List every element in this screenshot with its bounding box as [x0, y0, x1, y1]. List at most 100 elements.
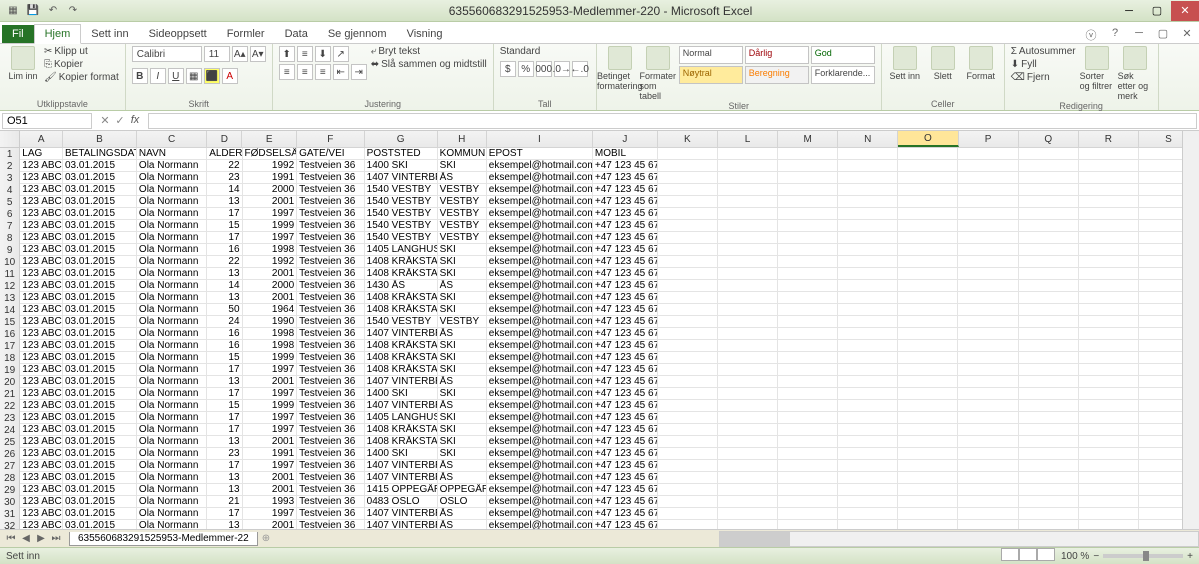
row-header[interactable]: 1	[0, 148, 20, 160]
cell[interactable]: 2001	[243, 376, 298, 388]
cell[interactable]	[958, 316, 1018, 328]
cell[interactable]: 15	[207, 400, 242, 412]
decimal-dec-button[interactable]: ←.0	[572, 61, 588, 77]
font-name-select[interactable]: Calibri	[132, 46, 202, 62]
cell[interactable]	[778, 448, 838, 460]
cell[interactable]: 17	[207, 460, 242, 472]
cell[interactable]: 123 ABC	[20, 412, 63, 424]
cell[interactable]: 123 ABC	[20, 184, 63, 196]
cell[interactable]: +47 123 45 678	[593, 328, 658, 340]
comma-button[interactable]: 000	[536, 61, 552, 77]
cell[interactable]	[1079, 184, 1139, 196]
cell[interactable]	[898, 412, 958, 424]
cell[interactable]: 1408 KRÅKSTAD	[365, 364, 438, 376]
cell[interactable]: ÅS	[438, 172, 487, 184]
select-all-corner[interactable]	[0, 131, 20, 148]
cell[interactable]	[1019, 412, 1079, 424]
cell[interactable]: 03.01.2015	[63, 496, 137, 508]
cell[interactable]: Ola Normann	[137, 364, 207, 376]
cell[interactable]: 123 ABC	[20, 220, 63, 232]
cell[interactable]	[958, 376, 1018, 388]
cell[interactable]: MOBIL	[593, 148, 658, 160]
cell[interactable]: SKI	[438, 412, 487, 424]
cell[interactable]: 1400 SKI	[365, 160, 438, 172]
cell[interactable]	[898, 244, 958, 256]
row-header[interactable]: 16	[0, 328, 20, 340]
cell[interactable]: 03.01.2015	[63, 388, 137, 400]
cell[interactable]	[778, 172, 838, 184]
cell[interactable]	[898, 436, 958, 448]
cell[interactable]: 2001	[243, 484, 298, 496]
cell[interactable]: 23	[207, 448, 242, 460]
cell[interactable]: 1400 SKI	[365, 388, 438, 400]
cell[interactable]: BETALINGSDATO	[63, 148, 137, 160]
cell[interactable]	[658, 400, 718, 412]
cell[interactable]: OSLO	[438, 496, 487, 508]
prev-sheet-icon[interactable]: ◀	[19, 533, 33, 544]
row-header[interactable]: 27	[0, 460, 20, 472]
cell[interactable]	[658, 412, 718, 424]
cell[interactable]	[958, 184, 1018, 196]
cell[interactable]: 13	[207, 268, 242, 280]
cell[interactable]	[958, 412, 1018, 424]
cell[interactable]: SKI	[438, 352, 487, 364]
col-header-J[interactable]: J	[593, 131, 658, 147]
cell[interactable]: 1540 VESTBY	[365, 184, 438, 196]
cell[interactable]	[958, 364, 1018, 376]
tab-data[interactable]: Data	[275, 25, 318, 43]
cell[interactable]	[1079, 400, 1139, 412]
first-sheet-icon[interactable]: ⏮	[4, 533, 18, 544]
cell[interactable]: 03.01.2015	[63, 232, 137, 244]
cell[interactable]: eksempel@hotmail.com	[487, 232, 593, 244]
cell[interactable]: Testveien 36	[297, 172, 365, 184]
cell[interactable]	[1079, 352, 1139, 364]
cell[interactable]: 1407 VINTERBRO	[365, 460, 438, 472]
cell[interactable]	[778, 400, 838, 412]
cell[interactable]	[778, 340, 838, 352]
clear-button[interactable]: ⌫ Fjern	[1011, 72, 1076, 83]
cell[interactable]	[658, 508, 718, 520]
cell[interactable]	[718, 280, 778, 292]
decimal-inc-button[interactable]: .0→	[554, 61, 570, 77]
cell[interactable]	[1079, 484, 1139, 496]
cell[interactable]: +47 123 45 678	[593, 232, 658, 244]
style-good[interactable]: God	[811, 46, 875, 64]
cell[interactable]	[1019, 160, 1079, 172]
cell[interactable]: POSTSTED	[365, 148, 438, 160]
cell[interactable]	[898, 472, 958, 484]
cell[interactable]	[778, 412, 838, 424]
grow-font-button[interactable]: A▴	[232, 46, 248, 62]
cell[interactable]	[658, 424, 718, 436]
cell[interactable]: Ola Normann	[137, 460, 207, 472]
tab-home[interactable]: Hjem	[34, 24, 82, 44]
cell[interactable]: 1992	[243, 256, 298, 268]
row-header[interactable]: 13	[0, 292, 20, 304]
row-header[interactable]: 9	[0, 244, 20, 256]
style-normal[interactable]: Normal	[679, 46, 743, 64]
cell[interactable]: Testveien 36	[297, 400, 365, 412]
cell[interactable]: Ola Normann	[137, 508, 207, 520]
row-header[interactable]: 24	[0, 424, 20, 436]
cell[interactable]: eksempel@hotmail.com	[487, 244, 593, 256]
cell[interactable]: 123 ABC	[20, 268, 63, 280]
cell[interactable]: ALDER	[207, 148, 242, 160]
cell[interactable]: 03.01.2015	[63, 172, 137, 184]
cell[interactable]: 13	[207, 196, 242, 208]
cell[interactable]	[658, 388, 718, 400]
cell[interactable]	[778, 460, 838, 472]
fx-icon[interactable]: fx	[128, 114, 142, 127]
cell[interactable]: 1998	[243, 340, 298, 352]
cell[interactable]: 17	[207, 364, 242, 376]
cell[interactable]: SKI	[438, 340, 487, 352]
col-header-B[interactable]: B	[63, 131, 137, 147]
cell[interactable]: 03.01.2015	[63, 340, 137, 352]
cell[interactable]	[658, 496, 718, 508]
cell[interactable]: 03.01.2015	[63, 376, 137, 388]
cell[interactable]	[658, 172, 718, 184]
cell[interactable]: 123 ABC	[20, 448, 63, 460]
cell[interactable]	[1019, 460, 1079, 472]
cell[interactable]	[958, 172, 1018, 184]
cell[interactable]: 14	[207, 184, 242, 196]
cell[interactable]	[1019, 424, 1079, 436]
cell[interactable]	[838, 184, 898, 196]
